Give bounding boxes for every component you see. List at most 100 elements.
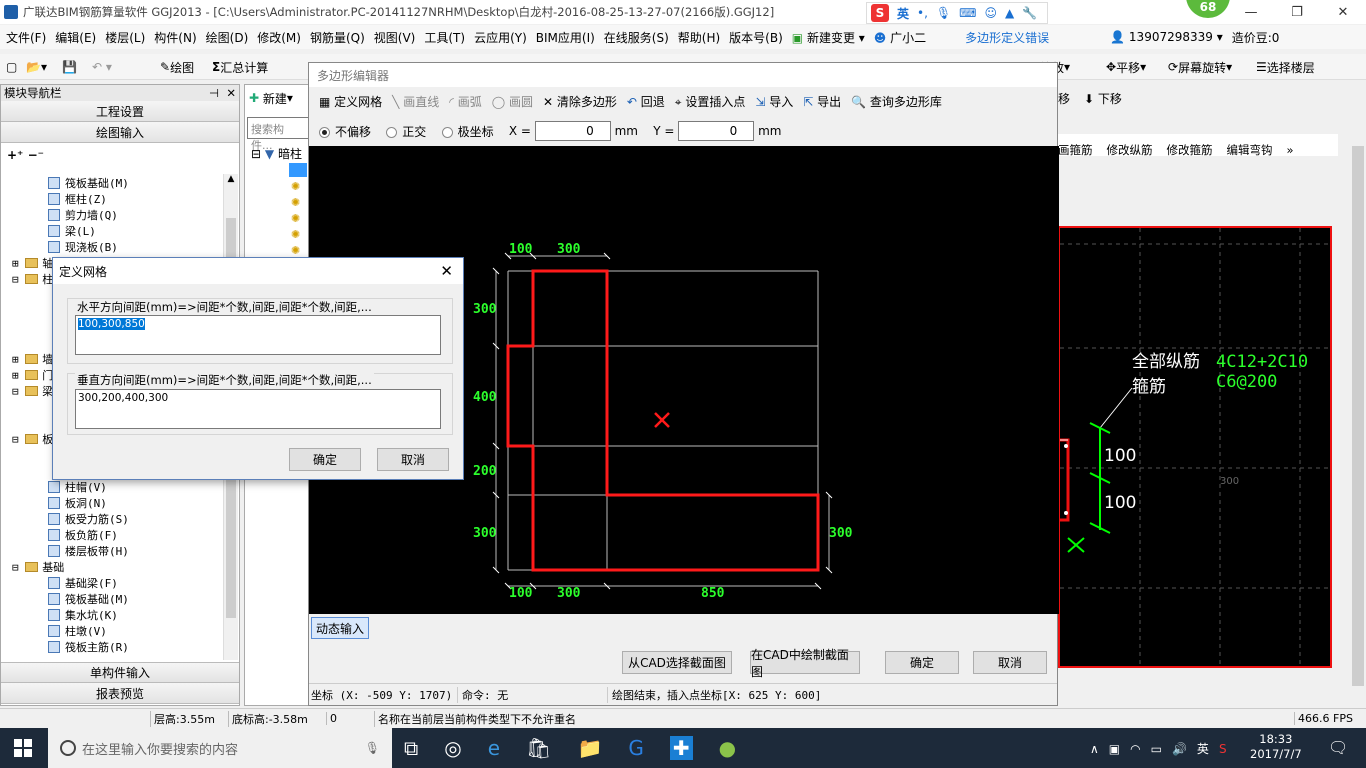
clear-polygon-button[interactable]: ✕ 清除多边形 [543, 93, 617, 110]
tree-folder-beam[interactable]: ⊟ 梁 [12, 383, 53, 399]
menu-online[interactable]: 在线服务(S) [598, 29, 672, 46]
tree-item-slab-neg-rebar[interactable]: 板负筋(F) [48, 527, 118, 543]
radio-polar[interactable]: 极坐标 [441, 123, 494, 140]
tree-item-frame-column[interactable]: 框柱(Z) [48, 191, 107, 207]
draw-line-button[interactable]: ╲ 画直线 [392, 93, 439, 110]
tree-folder-axis[interactable]: ⊞ 轴 [12, 255, 53, 271]
volume-icon[interactable]: 🔊 [1172, 742, 1187, 756]
notification-icon[interactable]: 🗨 [1328, 738, 1348, 757]
project-settings-button[interactable]: 工程设置 [1, 101, 239, 122]
tree-folder-column[interactable]: ⊟ 柱 [12, 271, 53, 287]
edge-icon[interactable]: e [488, 736, 500, 760]
tray-ime[interactable]: 英 [1197, 740, 1209, 757]
clock[interactable]: 18:33 2017/7/7 [1250, 732, 1302, 762]
undo-icon[interactable]: ↶ ▾ [92, 54, 112, 80]
store-icon[interactable]: 🛍 [526, 736, 551, 760]
grid-ok-button[interactable]: 确定 [289, 448, 361, 471]
query-polygon-lib-button[interactable]: 🔍 查询多边形库 [851, 93, 942, 110]
define-grid-button[interactable]: ▦ 定义网格 [319, 93, 382, 110]
new-file-icon[interactable]: ▢ [6, 54, 17, 80]
maximize-button[interactable]: ❐ [1274, 0, 1320, 24]
tree-item-column-cap[interactable]: 柱帽(V) [48, 479, 107, 495]
report-preview-button[interactable]: 报表预览 [1, 683, 239, 704]
skin-icon[interactable]: ☺ [984, 6, 997, 20]
tree-item-floor-band[interactable]: 楼层板带(H) [48, 543, 129, 559]
dynamic-input-toggle[interactable]: 动态输入 [311, 617, 369, 639]
collapse-all-icon[interactable]: −⁻ [28, 148, 44, 162]
dialog-close-icon[interactable]: ✕ [440, 262, 463, 280]
tab-edit-hook[interactable]: 编辑弯钩 [1227, 142, 1273, 158]
sum-calc-button[interactable]: Σ 汇总计算 [212, 54, 268, 80]
tree-folder-foundation[interactable]: ⊟ 基础 [12, 559, 64, 575]
pan-button[interactable]: ✥ 平移 ▾ [1106, 54, 1146, 80]
ime-lang-label[interactable]: 英 [897, 5, 909, 22]
tray-app-icon[interactable]: ▣ [1109, 742, 1120, 756]
tree-item-pier[interactable]: 柱墩(V) [48, 623, 107, 639]
rollback-button[interactable]: ↶ 回退 [627, 93, 665, 110]
draw-circle-button[interactable]: ◯ 画圆 [492, 93, 533, 110]
punctuation-icon[interactable]: •, [917, 6, 928, 20]
tree-item-beam[interactable]: 梁(L) [48, 223, 96, 239]
tree-item-shear-wall[interactable]: 剪力墙(Q) [48, 207, 118, 223]
shirt-icon[interactable]: ▲ [1005, 6, 1014, 20]
grid-cancel-button[interactable]: 取消 [377, 448, 449, 471]
tab-modify-stirrup[interactable]: 修改箍筋 [1167, 142, 1213, 158]
menu-tools[interactable]: 工具(T) [418, 29, 468, 46]
minimize-button[interactable]: — [1228, 0, 1274, 24]
tree-item-slab-rebar[interactable]: 板受力筋(S) [48, 511, 129, 527]
tree-item-foundation-beam[interactable]: 基础梁(F) [48, 575, 118, 591]
radio-ortho[interactable]: 正交 [386, 123, 426, 140]
tree-item-raft-main-rebar[interactable]: 筏板主筋(R) [48, 639, 129, 655]
side-tool-move[interactable]: 移 [1058, 90, 1070, 107]
tab-draw-stirrup[interactable]: 画箍筋 [1058, 142, 1093, 158]
file-explorer-icon[interactable]: 📁 [577, 736, 602, 760]
menu-rebar-qty[interactable]: 钢筋量(Q) [304, 29, 368, 46]
draw-arc-button[interactable]: ◜ 画弧 [449, 93, 481, 110]
nav-close-icon[interactable]: ✕ [226, 86, 236, 100]
menu-edit[interactable]: 编辑(E) [49, 29, 99, 46]
set-insert-point-button[interactable]: ⌖ 设置插入点 [675, 93, 746, 110]
rotate-button[interactable]: ⟳ 屏幕旋转 ▾ [1168, 54, 1232, 80]
editor-ok-button[interactable]: 确定 [885, 651, 959, 674]
microphone-icon[interactable]: 🎙 [365, 741, 380, 755]
section-canvas[interactable]: 全部纵筋 箍筋 4C12+2C10 C6@200 100 100 300 [1058, 226, 1332, 668]
more-icon[interactable]: » [1287, 143, 1294, 157]
tree-folder-door[interactable]: ⊞ 门 [12, 367, 53, 383]
tree-item-slab-hole[interactable]: 板洞(N) [48, 495, 107, 511]
selected-component-row[interactable] [289, 163, 307, 177]
menu-component[interactable]: 构件(N) [148, 29, 199, 46]
y-input[interactable]: 0 [678, 121, 755, 141]
draw-in-cad-button[interactable]: 在CAD中绘制截面图 [750, 648, 860, 679]
import-button[interactable]: ⇲ 导入 [755, 93, 793, 110]
ime-toolbar[interactable]: S 英 •, 🎙 ⌨ ☺ ▲ 🔧 [866, 2, 1048, 24]
open-folder-icon[interactable]: 📂▾ [26, 54, 47, 80]
tree-folder-wall[interactable]: ⊞ 墙 [12, 351, 53, 367]
menu-view[interactable]: 视图(V) [368, 29, 419, 46]
menu-help[interactable]: 帮助(H) [672, 29, 723, 46]
menu-floor[interactable]: 楼层(L) [99, 29, 148, 46]
x-input[interactable]: 0 [534, 121, 611, 141]
keyboard-icon[interactable]: ⌨ [959, 6, 976, 20]
sogou-tray-icon[interactable]: S [1219, 742, 1227, 756]
battery-icon[interactable]: ▭ [1151, 742, 1162, 756]
taskbar-search[interactable]: 在这里输入你要搜索的内容 🎙 [48, 728, 392, 768]
menu-modify[interactable]: 修改(M) [251, 29, 304, 46]
menu-bim[interactable]: BIM应用(I) [530, 29, 598, 46]
draw-button[interactable]: ✎ 绘图 [160, 54, 194, 80]
tray-up-icon[interactable]: ∧ [1090, 742, 1099, 756]
feedback-app-icon[interactable]: ✚ [669, 736, 693, 760]
wrench-icon[interactable]: 🔧 [1022, 6, 1037, 20]
vertical-spacing-input[interactable]: 300,200,400,300 [75, 389, 441, 429]
tree-item-raft-foundation[interactable]: 筏板基础(M) [48, 175, 129, 191]
new-component-button[interactable]: ✚ 新建 ▾ [245, 85, 311, 111]
tree-root-hidden-column[interactable]: ⊟ ▼ 暗柱 [251, 145, 302, 162]
menu-cloud[interactable]: 云应用(Y) [468, 29, 530, 46]
select-floor-button[interactable]: ☰ 选择楼层 [1256, 54, 1315, 80]
tree-item-cast-slab[interactable]: 现浇板(B) [48, 239, 118, 255]
horizontal-spacing-input[interactable]: 100,300,850 [75, 315, 441, 355]
select-from-cad-button[interactable]: 从CAD选择截面图 [622, 651, 732, 674]
export-button[interactable]: ⇱ 导出 [803, 93, 841, 110]
menu-polygon-error[interactable]: 多边形定义错误 [959, 29, 1052, 46]
editor-cancel-button[interactable]: 取消 [973, 651, 1047, 674]
glodon-app-icon[interactable]: G [628, 736, 644, 760]
